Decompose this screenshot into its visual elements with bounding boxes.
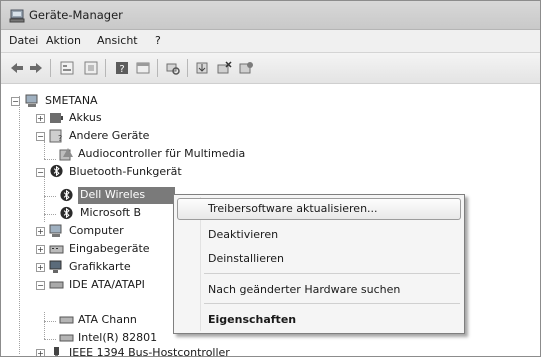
expand-icon[interactable]: +	[36, 245, 45, 254]
bluetooth-icon	[60, 188, 73, 202]
title-bar: Geräte-Manager	[1, 1, 540, 30]
menu-item-disable[interactable]: Deaktivieren	[208, 228, 278, 241]
menu-separator	[204, 273, 460, 274]
tree-connector	[44, 196, 56, 197]
properties-view-icon[interactable]	[59, 60, 75, 76]
tree-node-label: Grafikkarte	[69, 260, 131, 273]
tree-connector	[44, 141, 45, 159]
toolbar-separator	[187, 59, 188, 77]
tree-connector	[44, 176, 45, 222]
tree-node-label: Dell Wireles	[80, 188, 146, 201]
collapse-icon[interactable]: −	[36, 132, 45, 141]
back-arrow-icon[interactable]	[9, 60, 25, 76]
tree-connector	[44, 339, 56, 340]
unknown-device-icon: ?	[49, 129, 62, 143]
ide-controller-icon	[49, 281, 64, 289]
tree-node-label: Eingabegeräte	[69, 242, 150, 255]
collapse-icon[interactable]: −	[36, 281, 45, 290]
tree-connector	[44, 159, 56, 160]
tree-connector	[44, 321, 56, 322]
ide-channel-icon	[59, 316, 74, 324]
expand-icon[interactable]: +	[36, 114, 45, 123]
computer-icon	[49, 224, 62, 237]
input-device-icon	[49, 245, 64, 254]
tree-node-label: IEEE 1394 Bus-Hostcontroller	[69, 346, 230, 357]
window-view-icon[interactable]	[83, 60, 99, 76]
bluetooth-icon	[60, 206, 73, 220]
tree-root-label: SMETANA	[45, 94, 98, 107]
tree-node-label: Andere Geräte	[69, 129, 150, 142]
device-manager-window: Geräte-Manager Datei Aktion Ansicht ? ?	[0, 0, 541, 357]
device-manager-icon	[9, 9, 25, 23]
toolbar-separator	[50, 59, 51, 77]
toolbar-separator	[105, 59, 106, 77]
menu-help[interactable]: ?	[155, 34, 161, 47]
menu-ansicht[interactable]: Ansicht	[97, 34, 138, 47]
menu-bar: Datei Aktion Ansicht ?	[1, 30, 540, 53]
menu-aktion[interactable]: Aktion	[46, 34, 81, 47]
toolbar: ?	[1, 53, 540, 84]
collapse-icon[interactable]: −	[11, 97, 20, 106]
menu-item-uninstall[interactable]: Deinstallieren	[208, 252, 284, 265]
expand-icon[interactable]: +	[36, 227, 45, 236]
collapse-icon[interactable]: −	[36, 168, 45, 177]
forward-arrow-icon[interactable]	[28, 60, 44, 76]
svg-text:?: ?	[58, 134, 62, 143]
update-driver-icon[interactable]	[194, 60, 210, 76]
menu-item-scan-hardware[interactable]: Nach geänderter Hardware suchen	[208, 283, 400, 296]
tree-connector	[44, 312, 45, 339]
menu-item-update-driver[interactable]: Treibersoftware aktualisieren...	[208, 202, 378, 215]
window-title: Geräte-Manager	[29, 8, 123, 22]
bluetooth-icon	[50, 164, 63, 178]
menu-datei[interactable]: Datei	[9, 34, 38, 47]
toolbar-separator	[157, 59, 158, 77]
warning-device-icon	[59, 148, 73, 161]
tree-node-label: Akkus	[69, 111, 102, 124]
disable-device-icon[interactable]	[238, 60, 254, 76]
tree-node-label: Bluetooth-Funkgerät	[69, 165, 182, 178]
battery-icon	[50, 113, 63, 123]
tree-node-label: IDE ATA/ATAPI	[69, 278, 145, 291]
tree-node-label: Audiocontroller für Multimedia	[78, 147, 246, 160]
pane-icon[interactable]	[135, 60, 151, 76]
tree-node-label: Computer	[69, 224, 124, 237]
context-menu: Treibersoftware aktualisieren... Deaktiv…	[173, 194, 465, 334]
tree-node-label: Microsoft B	[80, 206, 142, 219]
computer-icon	[25, 94, 38, 107]
uninstall-icon[interactable]	[216, 60, 232, 76]
menu-item-properties[interactable]: Eigenschaften	[208, 313, 296, 326]
expand-icon[interactable]: +	[36, 349, 45, 356]
ide-channel-icon	[59, 334, 74, 342]
tree-node-label: Intel(R) 82801	[78, 331, 158, 344]
expand-icon[interactable]: +	[36, 263, 45, 272]
tree-node-label: ATA Chann	[78, 313, 137, 326]
tree-connector	[44, 214, 56, 215]
firewire-icon	[54, 347, 59, 356]
menu-separator	[204, 303, 460, 304]
display-adapter-icon	[49, 260, 62, 273]
scan-hardware-icon[interactable]	[165, 60, 181, 76]
svg-text:?: ?	[119, 64, 124, 75]
help-icon[interactable]: ?	[114, 60, 130, 76]
tree-connector	[19, 96, 20, 354]
